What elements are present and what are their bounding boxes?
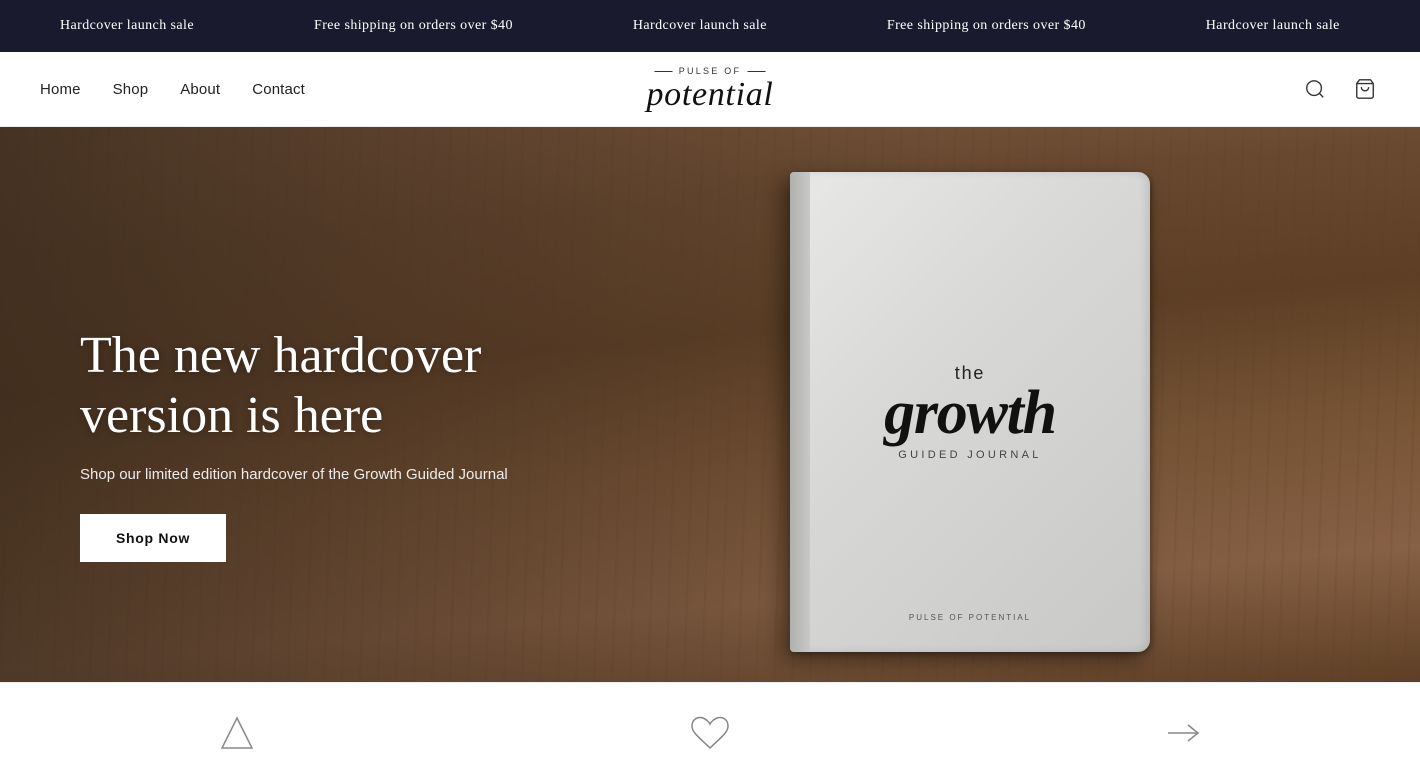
book-publisher: PULSE OF POTENTIAL xyxy=(909,613,1031,622)
announcement-track: Hardcover launch sale Free shipping on o… xyxy=(0,18,1420,34)
announcement-item: Free shipping on orders over $40 xyxy=(827,18,1146,34)
book-cover: the growth GUIDED JOURNAL PULSE OF POTEN… xyxy=(790,172,1150,652)
search-icon xyxy=(1304,78,1326,100)
feature-item-1 xyxy=(217,713,257,753)
hero-headline: The new hardcover version is here xyxy=(80,326,580,446)
logo[interactable]: PULSE OF potential xyxy=(647,67,774,112)
nav-shop[interactable]: Shop xyxy=(113,81,149,98)
feature-item-2 xyxy=(690,713,730,753)
feature-icon-2 xyxy=(690,713,730,753)
feature-item-3 xyxy=(1163,713,1203,753)
site-header: Home Shop About Contact PULSE OF potenti… xyxy=(0,52,1420,127)
shop-now-button[interactable]: Shop Now xyxy=(80,514,226,562)
feature-strip xyxy=(0,682,1420,782)
search-button[interactable] xyxy=(1300,74,1330,104)
announcement-bar: Hardcover launch sale Free shipping on o… xyxy=(0,0,1420,52)
nav-contact[interactable]: Contact xyxy=(252,81,305,98)
cart-icon xyxy=(1354,78,1376,100)
main-nav: Home Shop About Contact xyxy=(40,81,305,98)
announcement-item: Free shipping on orders over $40 xyxy=(254,18,573,34)
hero-content: The new hardcover version is here Shop o… xyxy=(80,326,580,562)
logo-wordmark: potential xyxy=(647,78,774,112)
book-subtitle: GUIDED JOURNAL xyxy=(898,449,1041,461)
feature-icon-3 xyxy=(1163,713,1203,753)
cart-button[interactable] xyxy=(1350,74,1380,104)
logo-tagline: PULSE OF xyxy=(655,67,766,76)
feature-icon-1 xyxy=(217,713,257,753)
nav-home[interactable]: Home xyxy=(40,81,81,98)
announcement-item: Free shipping on orders over $40 xyxy=(1400,18,1420,34)
book-title-growth: growth xyxy=(884,386,1056,442)
header-actions xyxy=(1300,74,1380,104)
hero-book: the growth GUIDED JOURNAL PULSE OF POTEN… xyxy=(720,147,1220,677)
announcement-item: Hardcover launch sale xyxy=(1146,18,1400,34)
hero-section: the growth GUIDED JOURNAL PULSE OF POTEN… xyxy=(0,127,1420,682)
announcement-item: Hardcover launch sale xyxy=(0,18,254,34)
hero-subtext: Shop our limited edition hardcover of th… xyxy=(80,464,580,487)
nav-about[interactable]: About xyxy=(180,81,220,98)
announcement-item: Hardcover launch sale xyxy=(573,18,827,34)
